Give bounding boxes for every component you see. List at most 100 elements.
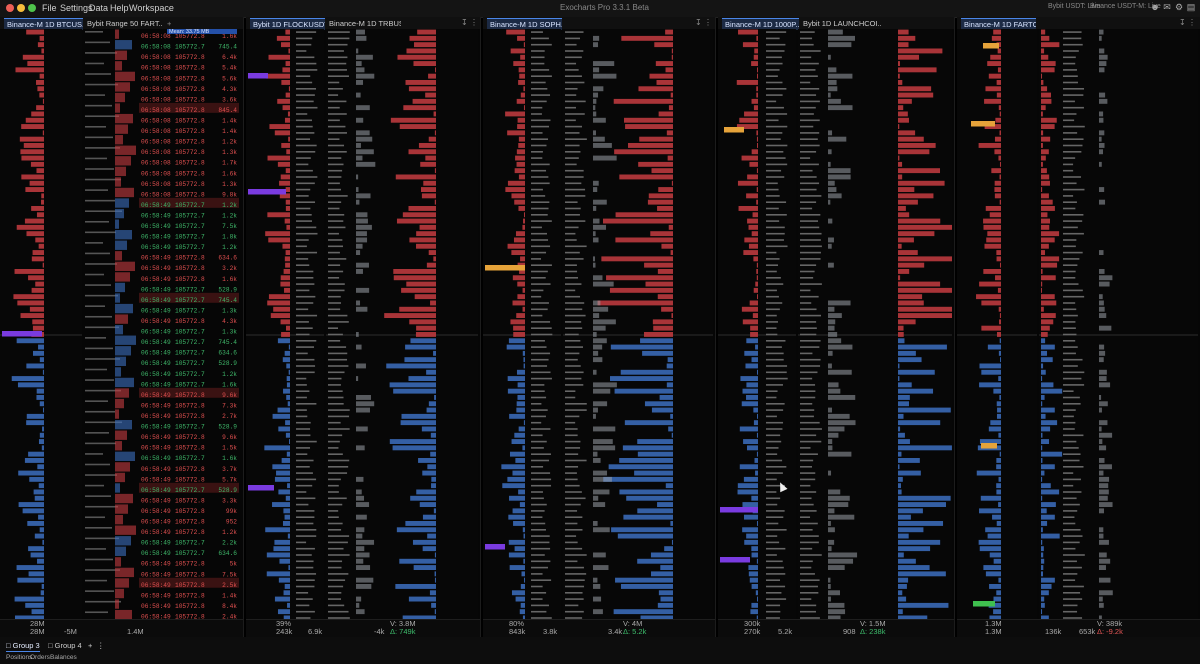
layout-icon[interactable]: ▤ xyxy=(1186,2,1196,13)
bell-icon[interactable]: ✉ xyxy=(1162,2,1172,13)
price-label xyxy=(1063,226,1078,229)
price-label xyxy=(565,529,583,531)
dom-ladder[interactable] xyxy=(718,29,796,620)
more-icon[interactable]: ⋮ xyxy=(704,18,712,27)
bid-bar xyxy=(286,363,290,369)
bid-bar xyxy=(993,388,1001,394)
volume-bar xyxy=(1099,369,1107,375)
volume-bar xyxy=(828,338,842,344)
ask-bar xyxy=(518,80,525,85)
price-label xyxy=(328,440,340,443)
price-label xyxy=(565,138,587,140)
gear-icon[interactable]: ⚙ xyxy=(1174,2,1184,13)
bid-bar xyxy=(748,565,758,570)
ask-bar xyxy=(979,281,1001,287)
dom-ladder[interactable] xyxy=(246,29,324,620)
tab-orders[interactable]: Orders xyxy=(30,654,50,661)
dom-ladder[interactable] xyxy=(483,29,561,620)
price-label xyxy=(766,592,782,594)
ask-bar xyxy=(999,111,1001,117)
pin-icon[interactable]: ↧ xyxy=(1179,18,1186,27)
bid-bar xyxy=(898,577,909,583)
menu-workspace[interactable]: Workspace xyxy=(129,3,174,13)
pin-icon[interactable]: ↧ xyxy=(461,18,468,27)
tab-group-4[interactable]: □ Group 4 xyxy=(48,640,82,651)
ask-bar xyxy=(25,117,44,123)
volume-bar xyxy=(593,426,616,432)
bid-bar xyxy=(657,502,673,507)
price-label xyxy=(531,547,551,550)
ask-bar xyxy=(268,237,290,243)
ask-bar xyxy=(282,243,290,249)
price-label xyxy=(766,547,786,550)
more-icon[interactable]: ⋮ xyxy=(470,18,478,27)
bid-bar xyxy=(1041,577,1055,583)
volume-bar xyxy=(356,584,372,589)
price-label xyxy=(1063,151,1082,153)
bid-bar xyxy=(523,577,525,583)
close-icon[interactable] xyxy=(6,4,14,12)
tab-balances[interactable]: Balances xyxy=(50,654,77,661)
bid-bar xyxy=(898,382,912,388)
ask-bar xyxy=(32,325,44,331)
bid-bar xyxy=(41,445,44,451)
menu-help[interactable]: Help xyxy=(110,3,129,13)
dom-ladder-secondary[interactable] xyxy=(1039,29,1198,620)
tab-fart-tape[interactable]: Bybit Range 50 FART... xyxy=(84,18,163,29)
time-sales-tape[interactable]: 06:58:08 105772.8 1.6k 06:58:08 105772.7 745.… xyxy=(83,29,241,620)
pin-icon[interactable]: ↧ xyxy=(695,18,702,27)
tab-group-3[interactable]: □ Group 3 xyxy=(6,640,40,652)
bid-bar xyxy=(898,527,924,533)
more-icon[interactable]: ⋮ xyxy=(1188,18,1196,27)
volume-bar xyxy=(828,73,853,79)
price-label xyxy=(328,289,345,292)
bid-bar xyxy=(392,445,436,451)
price-label xyxy=(296,94,315,96)
maximize-icon[interactable] xyxy=(28,4,36,12)
tape-time: 06:58:49 xyxy=(141,508,171,515)
dom-ladder[interactable] xyxy=(957,29,1037,620)
dom-ladder[interactable] xyxy=(0,29,82,620)
price-label xyxy=(766,214,787,216)
ask-bar xyxy=(654,42,673,48)
price-label xyxy=(1063,283,1079,285)
bid-bar xyxy=(507,476,525,482)
tape-volume-bar xyxy=(115,92,125,103)
price-label xyxy=(531,251,547,254)
footer-vol-bot: 28M xyxy=(30,627,45,636)
plus-icon[interactable]: + xyxy=(164,18,177,29)
ask-bar xyxy=(738,206,758,211)
bid-bar xyxy=(983,565,1001,570)
volume-bar xyxy=(356,527,365,533)
price-label xyxy=(565,421,576,424)
ask-bar xyxy=(657,206,673,211)
ask-bar xyxy=(42,130,44,136)
price-label xyxy=(1063,510,1078,512)
price-label xyxy=(328,478,341,481)
menu-settings[interactable]: Settings xyxy=(60,3,93,13)
menu-data[interactable]: Data xyxy=(89,3,108,13)
ask-bar xyxy=(511,193,525,199)
price-label xyxy=(328,434,343,437)
dom-ladder-secondary[interactable] xyxy=(563,29,713,620)
ask-bar xyxy=(29,306,44,312)
more-icon[interactable]: ⋮ xyxy=(97,640,105,651)
person-icon[interactable]: ☻ xyxy=(1150,2,1160,13)
volume-bar xyxy=(828,199,831,205)
minimize-icon[interactable] xyxy=(17,4,25,12)
volume-bar xyxy=(828,306,835,312)
dom-ladder-secondary[interactable] xyxy=(326,29,478,620)
price-label xyxy=(296,75,311,77)
add-group-button[interactable]: + xyxy=(88,640,92,651)
dom-ladder-secondary[interactable] xyxy=(798,29,952,620)
price-label xyxy=(296,251,318,254)
price-label xyxy=(565,516,583,518)
tab-trb-ladder[interactable]: Binance-M 1D TRBUS... xyxy=(326,18,401,29)
bid-bar xyxy=(17,382,44,388)
ask-bar xyxy=(898,281,941,287)
price-label xyxy=(296,598,313,600)
tab-launchcoin-ladder[interactable]: Bybit 1D LAUNCHCOI... xyxy=(800,18,881,29)
tab-positions[interactable]: Positions xyxy=(6,654,32,661)
tape-ladder-label xyxy=(85,136,113,139)
menu-file[interactable]: File xyxy=(42,3,57,13)
